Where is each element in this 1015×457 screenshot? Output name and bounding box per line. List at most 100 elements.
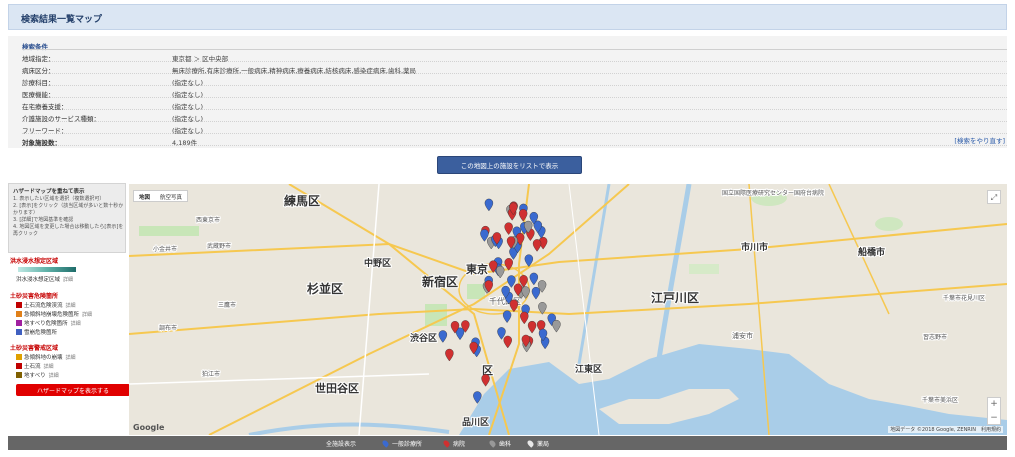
facility-marker-icon[interactable] xyxy=(496,265,505,279)
criteria-label: 対象施設数： xyxy=(22,139,61,147)
zoom-control: + − xyxy=(987,397,1001,425)
fullscreen-icon[interactable]: ⤢ xyxy=(987,190,1001,204)
map-place-label: 千葉市美浜区 xyxy=(922,396,958,404)
detail-link[interactable]: 詳細 xyxy=(63,277,73,283)
map-place-label: 武蔵野市 xyxy=(207,242,231,250)
map-place-label: 練馬区 xyxy=(284,193,320,208)
show-hazard-map-button[interactable]: ハザードマップを表示する xyxy=(16,384,130,396)
map-base-layer: 練馬区西東京市新座市武蔵野市小金井市杉並区中野区新宿区東京渋谷区世田谷区三鷹市調… xyxy=(129,184,1007,435)
detail-link[interactable]: 詳細 xyxy=(44,364,54,370)
facility-marker-icon[interactable] xyxy=(552,319,561,333)
map-place-label: 渋谷区 xyxy=(410,332,437,344)
detail-link[interactable]: 詳細 xyxy=(82,312,92,318)
facility-marker-icon[interactable] xyxy=(503,335,512,349)
warning-item-debris-flow[interactable]: 土石流 詳細 xyxy=(16,362,54,370)
facility-marker-icon[interactable] xyxy=(502,310,512,324)
map-pin-icon xyxy=(488,439,497,448)
hazard-item-steep-slope[interactable]: 急傾斜地崩壊危険箇所 詳細 xyxy=(16,310,92,318)
map-place-label: 千葉市花見川区 xyxy=(943,294,985,302)
legend-hospital[interactable]: 病院 xyxy=(442,439,466,448)
criteria-row-function: 医療機能： (指定なし) xyxy=(22,88,1007,99)
hazard-item-flood[interactable]: 洪水浸水想定区域 詳細 xyxy=(16,275,73,283)
criteria-row-department: 診療科目： (指定なし) xyxy=(22,76,1007,87)
hazard-item-label: 土石流危険渓流 xyxy=(24,303,63,309)
detail-link[interactable]: 詳細 xyxy=(49,373,59,379)
map-place-label: 船橋市 xyxy=(858,246,885,258)
criteria-row-care-service: 介護施設のサービス種類： (指定なし) xyxy=(22,112,1007,123)
legend-label: 病院 xyxy=(453,441,466,448)
map-place-label: 江戸川区 xyxy=(651,290,699,305)
criteria-row-bed-type: 病床区分： 無床診療所,有床診療所,一般病床,精神病床,療養病床,結核病床,感染… xyxy=(22,64,1007,75)
redo-search-link[interactable]: [検索をやり直す] xyxy=(954,135,1005,145)
warning-item-landslip[interactable]: 地すべり 詳細 xyxy=(16,371,59,379)
hazard-item-debris-stream[interactable]: 土石流危険渓流 詳細 xyxy=(16,301,76,309)
facility-marker-icon[interactable] xyxy=(438,330,448,343)
criteria-row-home-care: 在宅療養支援： (指定なし) xyxy=(22,100,1007,111)
legend-pharmacy[interactable]: 薬局 xyxy=(526,439,550,448)
criteria-row-facility-count: 対象施設数： 4,189件 xyxy=(22,136,1007,147)
legend-dental[interactable]: 歯科 xyxy=(488,439,512,448)
map-type-roadmap[interactable]: 地図 xyxy=(134,191,155,203)
hazard-step: 2. [表示]をクリック（該当区域が多いと数十秒かかります） xyxy=(13,203,124,216)
criteria-value: 4,189件 xyxy=(172,139,198,147)
criteria-value: 無床診療所,有床診療所,一般病床,精神病床,療養病床,結核病床,感染症病床,歯科… xyxy=(172,67,417,75)
criteria-row-free-word: フリーワード： (指定なし) xyxy=(22,124,1007,135)
facility-marker-icon[interactable] xyxy=(480,229,489,242)
legend-label: 薬局 xyxy=(537,441,550,448)
hazard-step: 4. 地図区域を変更した場合は移動したら[表示]を再クリック xyxy=(13,224,124,237)
hazard-title: ハザードマップを重ねて表示 xyxy=(13,189,85,195)
hazard-item-label: 急傾斜地の崩壊 xyxy=(24,355,63,361)
color-swatch xyxy=(16,302,22,308)
map-canvas[interactable]: 練馬区西東京市新座市武蔵野市小金井市杉並区中野区新宿区東京渋谷区世田谷区三鷹市調… xyxy=(129,184,1007,435)
criteria-divider xyxy=(22,49,1007,50)
map-place-label: 市川市 xyxy=(741,241,768,253)
facility-marker-icon[interactable] xyxy=(504,222,513,235)
legend-all-facilities[interactable]: 全施設表示 xyxy=(326,439,356,448)
search-criteria-panel: 検索条件 地域指定： 東京都 ＞ 区中央部 病床区分： 無床診療所,有床診療所,… xyxy=(8,36,1007,148)
map-place-label: 狛江市 xyxy=(202,370,220,378)
hazard-step: 3. [詳細]で地図基準を確認 xyxy=(13,217,74,223)
color-swatch xyxy=(16,311,22,317)
legend-label: 歯科 xyxy=(499,441,512,448)
detail-link[interactable]: 詳細 xyxy=(66,355,76,361)
hazard-item-landslip[interactable]: 地すべり危険箇所 詳細 xyxy=(16,319,81,327)
facility-marker-icon[interactable] xyxy=(484,198,494,212)
map-place-label: 新宿区 xyxy=(422,274,458,289)
facility-marker-icon[interactable] xyxy=(527,320,537,334)
color-swatch xyxy=(16,372,22,378)
map-type-satellite[interactable]: 航空写真 xyxy=(155,191,187,203)
facility-marker-icon[interactable] xyxy=(507,275,516,288)
hazard-item-avalanche[interactable]: 雪崩危険箇所 xyxy=(16,328,57,336)
criteria-label: 介護施設のサービス種類： xyxy=(22,115,100,123)
zoom-in-button[interactable]: + xyxy=(988,398,1000,412)
criteria-label: 病床区分： xyxy=(22,67,55,75)
facility-marker-icon[interactable] xyxy=(521,286,530,299)
map-pin-icon xyxy=(526,439,535,448)
criteria-label: フリーワード： xyxy=(22,127,68,135)
map-place-label: 浦安市 xyxy=(732,331,753,340)
facility-marker-icon[interactable] xyxy=(518,209,528,222)
warning-section-title: 土砂災害警戒区域 xyxy=(10,345,59,352)
facility-marker-icon[interactable] xyxy=(445,348,454,362)
google-logo: Google xyxy=(133,423,165,432)
facility-marker-icon[interactable] xyxy=(529,272,539,286)
legend-label: 一般診療所 xyxy=(392,441,423,448)
detail-link[interactable]: 詳細 xyxy=(71,321,81,327)
facility-marker-icon[interactable] xyxy=(531,286,541,300)
facility-marker-icon[interactable] xyxy=(481,374,490,387)
criteria-value: (指定なし) xyxy=(172,91,204,99)
show-list-button[interactable]: この地図上の施設をリストで表示 xyxy=(437,156,582,174)
facility-marker-icon[interactable] xyxy=(520,311,529,325)
map-attribution[interactable]: 地図データ ©2018 Google, ZENRIN 利用規約 xyxy=(888,426,1003,433)
legend-clinic[interactable]: 一般診療所 xyxy=(381,439,423,448)
hazard-map-panel: ハザードマップを重ねて表示 1. 表示したい区域を選択（複数選択可） 2. [表… xyxy=(8,183,130,408)
map-place-label: 小金井市 xyxy=(153,245,177,253)
detail-link[interactable]: 詳細 xyxy=(66,303,76,309)
facility-marker-icon[interactable] xyxy=(532,239,542,252)
criteria-value: 東京都 ＞ 区中央部 xyxy=(172,55,229,63)
page-header: 検索結果一覧マップ xyxy=(8,4,1007,30)
warning-item-slope-collapse[interactable]: 急傾斜地の崩壊 詳細 xyxy=(16,353,76,361)
map-place-label: 国立国際医療研究センター国府台病院 xyxy=(722,189,824,197)
zoom-out-button[interactable]: − xyxy=(988,412,1000,426)
color-swatch xyxy=(16,363,22,369)
